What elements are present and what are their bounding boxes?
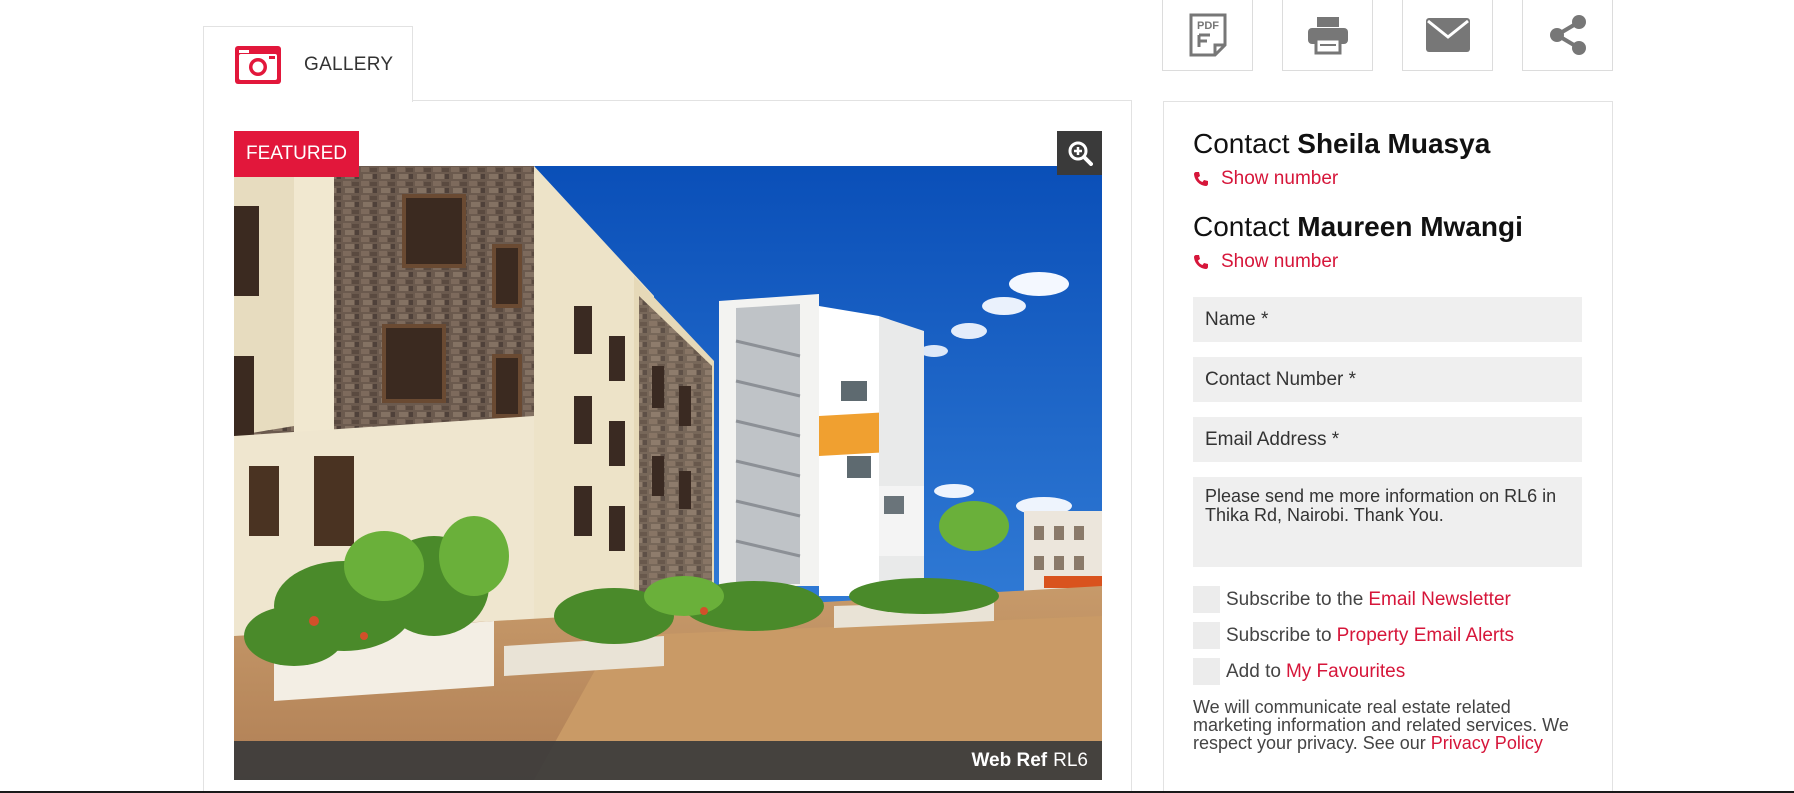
contact-number-placeholder: Contact Number * [1205, 368, 1357, 390]
alerts-checkbox[interactable] [1193, 622, 1220, 649]
contact-prefix: Contact [1193, 128, 1290, 159]
pdf-icon: PDF [1189, 13, 1226, 57]
show-number-label: Show number [1221, 168, 1339, 189]
zoom-in-icon [1068, 141, 1093, 166]
share-button[interactable] [1522, 0, 1613, 71]
zoom-button[interactable] [1057, 131, 1102, 175]
email-newsletter-link[interactable]: Email Newsletter [1368, 589, 1511, 611]
building-image [234, 166, 1102, 780]
printer-icon [1307, 17, 1348, 55]
newsletter-checkbox-row[interactable]: Subscribe to the Email Newsletter [1193, 586, 1511, 613]
email-placeholder: Email Address * [1205, 428, 1340, 450]
alerts-checkbox-row[interactable]: Subscribe to Property Email Alerts [1193, 622, 1514, 649]
name-field[interactable]: Name * [1193, 297, 1582, 342]
web-ref-value: RL6 [1053, 749, 1088, 771]
email-button[interactable] [1402, 0, 1493, 71]
message-textarea[interactable]: Please send me more information on RL6 i… [1193, 477, 1582, 567]
my-favourites-link[interactable]: My Favourites [1286, 661, 1405, 683]
pdf-icon-text: PDF [1197, 20, 1219, 32]
agent-name: Maureen Mwangi [1297, 211, 1523, 242]
email-field[interactable]: Email Address * [1193, 417, 1582, 462]
privacy-policy-link[interactable]: Privacy Policy [1431, 733, 1543, 753]
checkbox-text: Add to [1226, 660, 1281, 682]
show-number-label: Show number [1221, 251, 1339, 272]
tab-gallery-label: GALLERY [304, 53, 394, 75]
property-photo[interactable] [234, 166, 1102, 780]
featured-badge: FEATURED [234, 131, 359, 177]
favourites-checkbox[interactable] [1193, 658, 1220, 685]
show-number-link-1[interactable]: Show number [1193, 168, 1338, 190]
name-placeholder: Name * [1205, 308, 1269, 330]
web-ref-label: Web Ref [971, 749, 1048, 771]
envelope-icon [1425, 18, 1470, 52]
agent-name: Sheila Muasya [1297, 128, 1491, 159]
pdf-button[interactable]: PDF [1162, 0, 1253, 71]
phone-icon [1194, 172, 1208, 186]
contact-prefix: Contact [1193, 211, 1290, 242]
property-alerts-link[interactable]: Property Email Alerts [1337, 625, 1514, 647]
favourites-checkbox-row[interactable]: Add to My Favourites [1193, 658, 1405, 685]
contact-heading-1: Contact Sheila Muasya [1193, 128, 1490, 160]
checkbox-text: Subscribe to the [1226, 588, 1364, 610]
camera-icon [235, 45, 281, 84]
contact-heading-2: Contact Maureen Mwangi [1193, 211, 1523, 243]
tab-gallery[interactable]: GALLERY [203, 26, 413, 102]
print-button[interactable] [1282, 0, 1373, 71]
newsletter-checkbox[interactable] [1193, 586, 1220, 613]
checkbox-text: Subscribe to [1226, 624, 1332, 646]
phone-icon [1194, 255, 1208, 269]
share-icon [1549, 15, 1586, 55]
show-number-link-2[interactable]: Show number [1193, 251, 1338, 273]
contact-number-field[interactable]: Contact Number * [1193, 357, 1582, 402]
web-ref-bar: Web Ref RL6 [234, 741, 1102, 780]
privacy-notice: We will communicate real estate related … [1193, 698, 1593, 752]
